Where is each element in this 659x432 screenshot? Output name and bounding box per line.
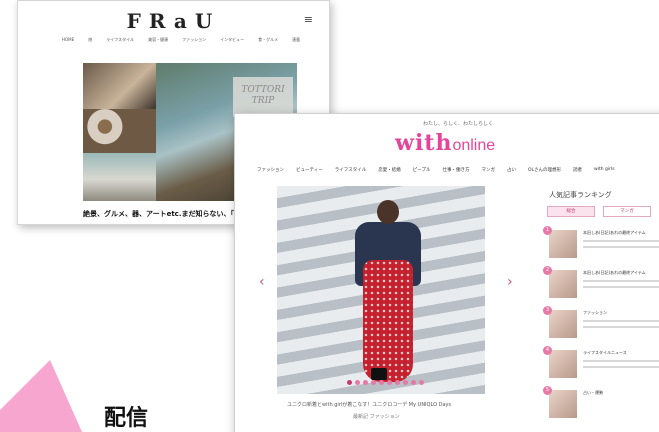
model-head [377, 200, 399, 224]
carousel-prev-icon[interactable]: ‹ [259, 274, 265, 290]
handbag [371, 368, 387, 380]
with-nav-item[interactable]: ピープル [413, 167, 431, 173]
with-nav-item[interactable]: ビューティー [296, 167, 323, 173]
ranking-item[interactable]: 4 ライフスタイルニュース [543, 344, 659, 384]
with-nav-item[interactable]: 占い [507, 167, 516, 173]
ranking-list: 1 本田しあ(日記)あれの最終アイテム 2 本田しあ(日記)あれの最終アイテム … [543, 224, 659, 424]
ranking-item[interactable]: 1 本田しあ(日記)あれの最終アイテム [543, 224, 659, 264]
with-nav-item[interactable]: OLさんの理想形 [528, 167, 561, 173]
hero-subcaption: 最新記 ファッション [353, 414, 400, 420]
frau-nav-item[interactable]: ファッション [182, 37, 206, 43]
ranking-thumbnail [549, 230, 577, 258]
ranking-excerpt [583, 366, 659, 368]
with-online-site-card: わたし、らしく、わたしらしく withonline ファッション ビューティー … [234, 113, 659, 432]
model-figure [349, 200, 427, 394]
ranking-thumbnail [549, 310, 577, 338]
hero-caption[interactable]: ユニクロ新着とwith girlが着こなす！ユニクロコーデ My UNIQLO … [287, 401, 451, 408]
with-nav-item[interactable]: 恋愛・結婚 [378, 167, 401, 173]
carousel-dot[interactable] [403, 380, 408, 385]
frau-nav-item[interactable]: 連載 [292, 37, 300, 43]
with-nav-item[interactable]: with girls [594, 167, 615, 173]
carousel-dot[interactable] [379, 380, 384, 385]
carousel-next-icon[interactable]: › [507, 274, 513, 290]
carousel-dot[interactable] [347, 380, 352, 385]
hamburger-menu-icon[interactable]: ≡ [304, 13, 313, 26]
with-nav-item[interactable]: マンガ [481, 167, 495, 173]
overlay-line-1: TOTTORI [241, 85, 285, 95]
with-nav-item[interactable]: 仕事・働き方 [442, 167, 469, 173]
pink-decoration [0, 360, 90, 432]
frau-nav: HOME 旅 ライフスタイル 美容・健康 ファッション インタビュー 食・グルメ… [62, 37, 319, 43]
carousel-dot[interactable] [419, 380, 424, 385]
frau-nav-item[interactable]: 旅 [88, 37, 92, 43]
with-online-logo[interactable]: withonline [395, 130, 495, 156]
ranking-tabs: 総合 マンガ [547, 206, 651, 217]
ranking-excerpt [583, 320, 659, 322]
with-nav-item[interactable]: 読者 [573, 167, 582, 173]
rank-number: 4 [543, 346, 552, 355]
frau-logo[interactable]: FRaU [18, 9, 329, 33]
with-hero-image[interactable] [277, 186, 485, 394]
tab-overall[interactable]: 総合 [547, 206, 595, 217]
distribution-label: 配信 [104, 406, 149, 431]
rank-number: 2 [543, 266, 552, 275]
ranking-thumbnail [549, 270, 577, 298]
carousel-dot[interactable] [395, 380, 400, 385]
with-nav-item[interactable]: ファッション [257, 167, 284, 173]
frau-nav-item[interactable]: 食・グルメ [258, 37, 278, 43]
carousel-dot[interactable] [411, 380, 416, 385]
carousel-dots [347, 380, 424, 385]
rank-number: 5 [543, 386, 552, 395]
overlay-line-2: TRIP [251, 96, 275, 106]
tottori-trip-overlay: TOTTORI TRIP [233, 77, 293, 117]
frau-nav-item[interactable]: HOME [62, 37, 74, 43]
screenshot-canvas: FRaU ≡ HOME 旅 ライフスタイル 美容・健康 ファッション インタビュ… [0, 0, 659, 432]
ranking-excerpt [583, 286, 659, 288]
with-nav-item[interactable]: ライフスタイル [335, 167, 367, 173]
ranking-category: 本田しあ(日記)あれの最終アイテム [583, 230, 646, 235]
frau-nav-item[interactable]: ライフスタイル [106, 37, 134, 43]
tab-manga[interactable]: マンガ [603, 206, 651, 217]
carousel-dot[interactable] [387, 380, 392, 385]
with-nav: ファッション ビューティー ライフスタイル 恋愛・結婚 ピープル 仕事・働き方 … [257, 167, 615, 173]
red-dress [363, 260, 413, 382]
ranking-title: 人気記事ランキング [549, 191, 612, 199]
ranking-excerpt [583, 240, 659, 242]
hero-tile-pottery [83, 109, 156, 153]
hero-tile-people [83, 63, 156, 109]
frau-nav-item[interactable]: インタビュー [220, 37, 244, 43]
with-tagline: わたし、らしく、わたしらしく [423, 121, 494, 127]
ranking-category: 占い・運勢 [583, 390, 603, 395]
rank-number: 3 [543, 306, 552, 315]
logo-with: with [395, 130, 453, 156]
carousel-dot[interactable] [355, 380, 360, 385]
ranking-excerpt [583, 326, 659, 328]
logo-online: online [452, 137, 496, 154]
ranking-item[interactable]: 2 本田しあ(日記)あれの最終アイテム [543, 264, 659, 304]
ranking-item[interactable]: 5 占い・運勢 [543, 384, 659, 424]
ranking-excerpt [583, 360, 659, 362]
rank-number: 1 [543, 226, 552, 235]
frau-nav-item[interactable]: 美容・健康 [148, 37, 168, 43]
ranking-item[interactable]: 3 ファッション [543, 304, 659, 344]
ranking-excerpt [583, 280, 659, 282]
carousel-dot[interactable] [363, 380, 368, 385]
ranking-category: ファッション [583, 310, 607, 315]
ranking-category: 本田しあ(日記)あれの最終アイテム [583, 270, 646, 275]
hero-tile-figure [83, 153, 156, 201]
carousel-dot[interactable] [371, 380, 376, 385]
ranking-category: ライフスタイルニュース [583, 350, 627, 355]
ranking-thumbnail [549, 390, 577, 418]
ranking-excerpt [583, 246, 659, 248]
ranking-thumbnail [549, 350, 577, 378]
